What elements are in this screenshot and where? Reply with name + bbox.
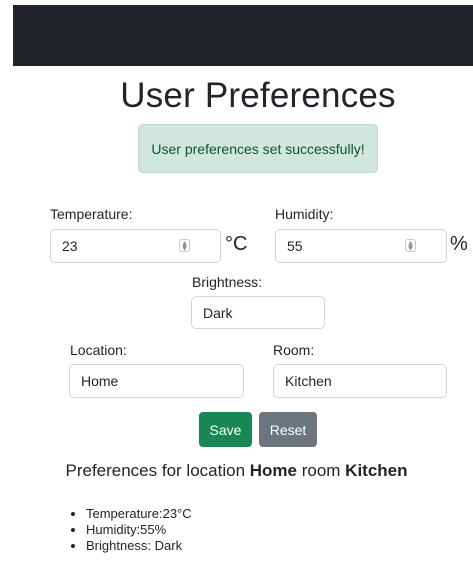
summary-room: Kitchen	[345, 461, 408, 480]
preferences-list: Temperature:23°C Humidity:55% Brightness…	[72, 506, 192, 554]
page-title: User Preferences	[120, 76, 396, 115]
summary-prefix: Preferences for location	[65, 461, 250, 480]
success-alert: User preferences set successfully!	[138, 124, 378, 173]
room-label: Room:	[273, 342, 315, 358]
list-item: Humidity:55%	[86, 522, 192, 538]
brightness-input[interactable]: Dark	[191, 296, 325, 329]
humidity-label: Humidity:	[275, 206, 334, 222]
top-navbar	[13, 5, 473, 66]
location-label: Location:	[70, 342, 127, 358]
humidity-value: 55	[287, 238, 303, 254]
humidity-stepper-icon[interactable]: ▲ ▼	[405, 239, 416, 252]
room-input[interactable]: Kitchen	[273, 364, 447, 398]
humidity-input[interactable]: 55 ▲ ▼	[275, 229, 447, 263]
temperature-value: 23	[62, 238, 78, 254]
location-value: Home	[81, 373, 119, 389]
temperature-input[interactable]: 23 ▲ ▼	[50, 229, 221, 263]
temperature-unit: °C	[225, 233, 248, 255]
save-button[interactable]: Save	[199, 412, 252, 447]
temperature-stepper-icon[interactable]: ▲ ▼	[179, 239, 190, 252]
alert-text: User preferences set successfully!	[151, 140, 365, 157]
brightness-value: Dark	[203, 304, 233, 321]
summary-location: Home	[249, 461, 297, 480]
list-item: Brightness: Dark	[86, 538, 192, 554]
brightness-label: Brightness:	[192, 274, 263, 290]
humidity-unit: %	[450, 233, 468, 255]
reset-button[interactable]: Reset	[259, 412, 317, 447]
list-item: Temperature:23°C	[86, 506, 192, 522]
summary-mid: room	[296, 461, 346, 480]
preferences-summary: Preferences for location Home room Kitch…	[0, 461, 473, 481]
temperature-label: Temperature:	[50, 206, 133, 222]
location-input[interactable]: Home	[69, 364, 244, 398]
room-value: Kitchen	[285, 373, 332, 389]
